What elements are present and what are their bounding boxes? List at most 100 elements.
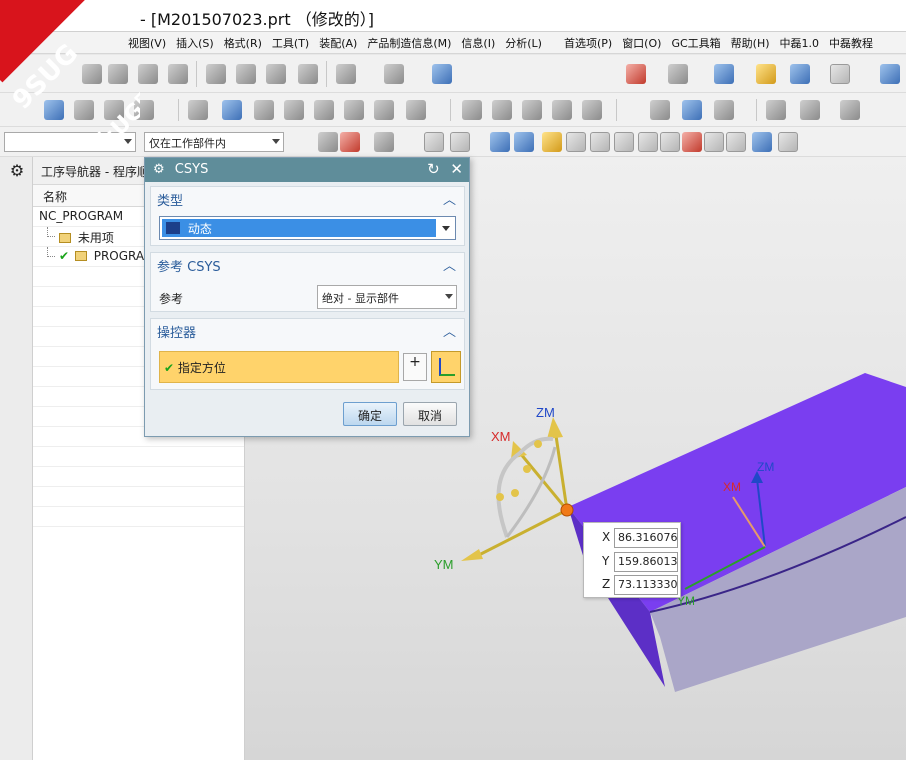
history-clock-icon[interactable]	[6, 623, 28, 645]
path-edit-icon[interactable]	[766, 100, 786, 120]
open-folder-icon[interactable]	[108, 64, 128, 84]
reference-select[interactable]: 绝对 - 显示部件	[317, 285, 457, 309]
body-select-icon[interactable]	[514, 132, 534, 152]
quadrant-snap-icon[interactable]	[682, 132, 702, 152]
x-coordinate-input[interactable]: 86.316076	[614, 528, 678, 548]
csys-origin-handle[interactable]	[560, 503, 574, 517]
create-geometry-icon[interactable]	[104, 100, 124, 120]
replay-toolpath-icon[interactable]	[222, 100, 242, 120]
type-select[interactable]: 动态	[159, 216, 456, 240]
web-browser-icon[interactable]	[6, 569, 28, 591]
create-method-icon[interactable]	[134, 100, 154, 120]
system-material-icon[interactable]	[6, 665, 28, 687]
inspect-icon[interactable]	[682, 100, 702, 120]
roles-icon[interactable]	[6, 745, 28, 759]
rotation-ball[interactable]	[496, 493, 504, 501]
verify-toolpath-icon[interactable]	[254, 100, 274, 120]
process-studio-icon[interactable]	[6, 707, 28, 729]
feature-select-icon[interactable]	[490, 132, 510, 152]
constraint-navigator-icon[interactable]	[6, 249, 28, 271]
reuse-library-icon[interactable]	[6, 419, 28, 441]
manipulator-section-header[interactable]: 操控器 ︿	[151, 319, 464, 341]
control-point-snap-icon[interactable]	[614, 132, 634, 152]
generate-toolpath-icon[interactable]	[188, 100, 208, 120]
background-icon[interactable]	[830, 64, 850, 84]
rotation-ball[interactable]	[511, 489, 519, 497]
snap-points-icon[interactable]	[542, 132, 562, 152]
type-filter-select[interactable]	[4, 132, 136, 152]
dialog-title-bar[interactable]: ⚙ CSYS ↻ ✕	[145, 158, 469, 182]
point-on-face-icon[interactable]	[752, 132, 772, 152]
collapse-chevron-icon[interactable]: ︿	[443, 255, 456, 274]
csys-dialog-button[interactable]	[431, 351, 461, 383]
rectangle-select-icon[interactable]	[450, 132, 470, 152]
create-tool-icon[interactable]	[74, 100, 94, 120]
menu-tools[interactable]: 工具(T)	[272, 35, 309, 51]
handle-z-arrowhead[interactable]	[547, 417, 563, 439]
menu-gc-toolkit[interactable]: GC工具箱	[671, 35, 720, 51]
point-dialog-button[interactable]: +	[403, 353, 427, 381]
menu-help[interactable]: 帮助(H)	[731, 35, 770, 51]
machine-control-icon[interactable]	[492, 100, 512, 120]
assembly-navigator-icon[interactable]	[6, 209, 28, 231]
point-on-curve-icon[interactable]	[726, 132, 746, 152]
operation-navigator-icon[interactable]	[6, 335, 28, 357]
reference-section-header[interactable]: 参考 CSYS ︿	[151, 253, 464, 275]
undo-icon[interactable]	[336, 64, 356, 84]
select-all-icon[interactable]	[340, 132, 360, 152]
create-program-icon[interactable]	[44, 100, 64, 120]
specify-orientation-row[interactable]: ✔ 指定方位	[159, 351, 399, 383]
save-icon[interactable]	[138, 64, 158, 84]
menu-analysis[interactable]: 分析(L)	[505, 35, 542, 51]
midpoint-snap-icon[interactable]	[590, 132, 610, 152]
menu-window[interactable]: 窗口(O)	[622, 35, 661, 51]
menu-preferences[interactable]: 首选项(P)	[564, 35, 612, 51]
intersection-snap-icon[interactable]	[638, 132, 658, 152]
filter-icon[interactable]	[318, 132, 338, 152]
output-cls-icon[interactable]	[374, 100, 394, 120]
new-file-icon[interactable]	[82, 64, 102, 84]
fit-view-icon[interactable]	[626, 64, 646, 84]
collapse-chevron-icon[interactable]: ︿	[443, 321, 456, 340]
feed-rate-icon[interactable]	[462, 100, 482, 120]
library-icon[interactable]	[6, 459, 28, 481]
cancel-button[interactable]: 取消	[403, 402, 457, 426]
gear-icon[interactable]: ⚙	[153, 162, 165, 177]
polygon-select-icon[interactable]	[424, 132, 444, 152]
copy-icon[interactable]	[236, 64, 256, 84]
command-finder-icon[interactable]	[432, 64, 452, 84]
menu-assembly[interactable]: 装配(A)	[319, 35, 357, 51]
settings-icon[interactable]: ⚙	[6, 161, 28, 183]
deselect-icon[interactable]	[374, 132, 394, 152]
ok-button[interactable]: 确定	[343, 402, 397, 426]
menu-zhonglei[interactable]: 中磊1.0	[780, 35, 820, 51]
scope-filter-select[interactable]: 仅在工作部件内	[144, 132, 284, 152]
menu-zhonglei-tutorial[interactable]: 中磊教程	[829, 35, 873, 51]
non-cutting-moves-icon[interactable]	[582, 100, 602, 120]
path-delete-icon[interactable]	[840, 100, 860, 120]
postprocess-icon[interactable]	[314, 100, 334, 120]
menu-view[interactable]: 视图(V)	[128, 35, 166, 51]
menu-pmi[interactable]: 产品制造信息(M)	[367, 35, 451, 51]
info-icon[interactable]	[6, 513, 28, 535]
existing-point-snap-icon[interactable]	[704, 132, 724, 152]
delete-icon[interactable]	[298, 64, 318, 84]
tool-axis-icon[interactable]	[552, 100, 572, 120]
reset-icon[interactable]: ↻	[427, 160, 440, 178]
shaded-view-icon[interactable]	[714, 64, 734, 84]
transform-icon[interactable]	[406, 100, 426, 120]
part-navigator-icon[interactable]	[6, 293, 28, 315]
type-section-header[interactable]: 类型 ︿	[151, 187, 464, 209]
display-mode-icon[interactable]	[790, 64, 810, 84]
print-icon[interactable]	[168, 64, 188, 84]
z-coordinate-input[interactable]: 73.113330	[614, 575, 678, 595]
rotation-ball[interactable]	[523, 465, 531, 473]
menu-insert[interactable]: 插入(S)	[176, 35, 214, 51]
rotation-ball[interactable]	[534, 440, 542, 448]
section-view-icon[interactable]	[756, 64, 776, 84]
list-tools-icon[interactable]	[650, 100, 670, 120]
arc-center-snap-icon[interactable]	[660, 132, 680, 152]
redo-icon[interactable]	[384, 64, 404, 84]
menu-format[interactable]: 格式(R)	[224, 35, 262, 51]
endpoint-snap-icon[interactable]	[566, 132, 586, 152]
